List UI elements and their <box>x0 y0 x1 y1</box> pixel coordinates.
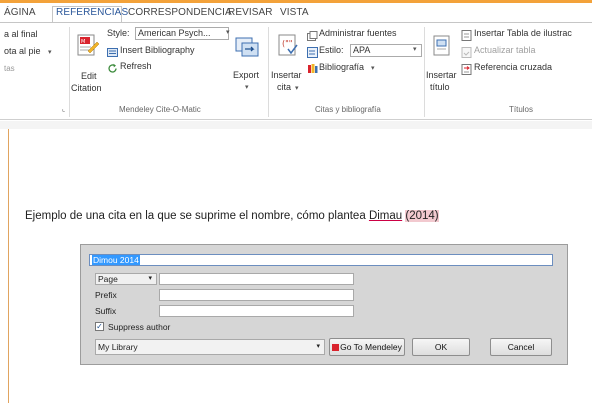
cancel-button[interactable]: Cancel <box>490 338 552 356</box>
footnote-insert-item[interactable]: ota al pie <box>4 46 41 56</box>
chevron-down-icon[interactable]: ▾ <box>295 84 299 92</box>
edit-citation-button[interactable]: M <box>74 33 100 59</box>
group-separator <box>69 27 70 117</box>
cross-reference-icon <box>461 62 472 75</box>
ribbon: a al final ota al pie ▾ tas ⌞ M Edit Cit… <box>0 22 592 120</box>
mendeley-citation-icon: M <box>77 34 100 56</box>
tab-referencias[interactable]: REFERENCIAS <box>56 7 128 18</box>
ribbon-tab-strip: ÁGINA REFERENCIAS CORRESPONDENCIA REVISA… <box>0 3 592 26</box>
svg-text:M: M <box>81 39 85 45</box>
citation-field[interactable]: (2014) <box>405 210 439 222</box>
citation-style-select[interactable]: American Psych... <box>135 27 229 40</box>
mendeley-group-label: Mendeley Cite-O-Matic <box>119 105 201 114</box>
bibliografia-button[interactable]: Bibliografía <box>319 62 364 72</box>
estilo-value: APA <box>353 45 371 55</box>
ruler-gap <box>0 121 592 129</box>
insertar-titulo-label-2[interactable]: título <box>430 82 450 92</box>
group-separator <box>268 27 269 117</box>
refresh-button[interactable]: Refresh <box>120 61 152 71</box>
citas-group-label: Citas y bibliografía <box>315 105 381 114</box>
bibliography-icon <box>307 61 318 73</box>
sentence-author: Dimau <box>368 210 403 222</box>
insertar-cita-icon[interactable]: ("" <box>276 33 300 57</box>
chevron-down-icon[interactable]: ▾ <box>226 28 230 36</box>
insert-citation-icon: ("" <box>278 34 298 56</box>
table-of-figures-icon <box>461 28 472 41</box>
suppress-author-checkbox[interactable]: ✓ <box>95 322 104 331</box>
page-margin-line <box>8 129 9 403</box>
footnote-end-item[interactable]: a al final <box>4 29 38 39</box>
style-icon <box>307 45 318 58</box>
manage-sources-icon <box>307 29 318 41</box>
prefix-label: Prefix <box>95 290 117 300</box>
chevron-down-icon[interactable]: ▾ <box>245 83 249 91</box>
document-sentence: Ejemplo de una cita en la que se suprime… <box>25 210 439 222</box>
ok-label: OK <box>434 342 448 352</box>
edit-citation-label[interactable]: Edit <box>81 71 97 81</box>
suffix-label: Suffix <box>95 306 117 316</box>
insert-bibliography-button[interactable]: Insert Bibliography <box>120 45 195 55</box>
chevron-down-icon: ▾ <box>316 343 320 350</box>
insertar-cita-label-2[interactable]: cita <box>277 82 291 92</box>
titulos-group-label: Títulos <box>509 105 534 114</box>
export-icon <box>235 37 259 57</box>
citation-text-input[interactable]: Dimou 2014 <box>89 254 553 266</box>
cancel-label: Cancel <box>507 342 535 352</box>
chevron-down-icon[interactable]: ▾ <box>371 64 375 72</box>
go-to-mendeley-button[interactable]: Go To Mendeley <box>329 338 405 356</box>
locator-value-input[interactable] <box>159 273 354 285</box>
prefix-input[interactable] <box>159 289 354 301</box>
footnote-notes-item: tas <box>4 64 15 73</box>
edit-citation-label-2[interactable]: Citation <box>71 83 102 93</box>
export-button[interactable]: Export <box>233 70 259 80</box>
insertar-tabla-ilustraciones-button[interactable]: Insertar Tabla de ilustrac <box>474 28 572 38</box>
locator-type-value: Page <box>98 274 118 284</box>
tab-vista[interactable]: VISTA <box>280 7 309 18</box>
referencia-cruzada-button[interactable]: Referencia cruzada <box>474 62 552 72</box>
insertar-titulo-icon[interactable] <box>432 35 452 57</box>
chevron-down-icon: ▾ <box>148 275 152 282</box>
mendeley-icon <box>332 344 340 352</box>
estilo-select[interactable]: APA <box>350 44 422 57</box>
refresh-icon <box>107 61 118 73</box>
citation-token[interactable]: Dimou 2014 <box>92 255 140 265</box>
chevron-down-icon[interactable]: ▾ <box>48 48 52 56</box>
style-label: Style: <box>107 28 130 38</box>
insertar-cita-label[interactable]: Insertar <box>271 70 302 80</box>
suppress-author-label: Suppress author <box>108 322 171 332</box>
tab-pagina[interactable]: ÁGINA <box>4 7 36 18</box>
citation-editor-dialog: Dimou 2014 Page ▾ Prefix Suffix ✓ Suppre… <box>80 244 568 365</box>
group-separator <box>424 27 425 117</box>
update-table-icon <box>461 45 472 58</box>
library-value: My Library <box>98 342 138 352</box>
suffix-input[interactable] <box>159 305 354 317</box>
actualizar-tabla-button: Actualizar tabla <box>474 45 536 55</box>
insertar-titulo-label[interactable]: Insertar <box>426 70 457 80</box>
library-select[interactable]: My Library ▾ <box>95 339 325 355</box>
administrar-fuentes-button[interactable]: Administrar fuentes <box>319 28 397 38</box>
export-button-icon[interactable] <box>234 35 260 59</box>
insert-bibliography-icon <box>107 45 118 57</box>
chevron-down-icon[interactable]: ▾ <box>413 45 417 53</box>
go-to-mendeley-label: Go To Mendeley <box>340 342 402 352</box>
svg-text:("": ("" <box>282 39 292 48</box>
estilo-label: Estilo: <box>319 45 344 55</box>
locator-type-select[interactable]: Page ▾ <box>95 273 157 285</box>
dialog-launcher-icon[interactable]: ⌞ <box>62 105 65 113</box>
sentence-text: Ejemplo de una cita en la que se suprime… <box>25 210 366 222</box>
insert-caption-icon <box>433 35 450 56</box>
ok-button[interactable]: OK <box>412 338 470 356</box>
tab-revisar[interactable]: REVISAR <box>228 7 273 18</box>
tab-correspondencia[interactable]: CORRESPONDENCIA <box>128 7 232 18</box>
citation-style-value: American Psych... <box>138 28 211 38</box>
